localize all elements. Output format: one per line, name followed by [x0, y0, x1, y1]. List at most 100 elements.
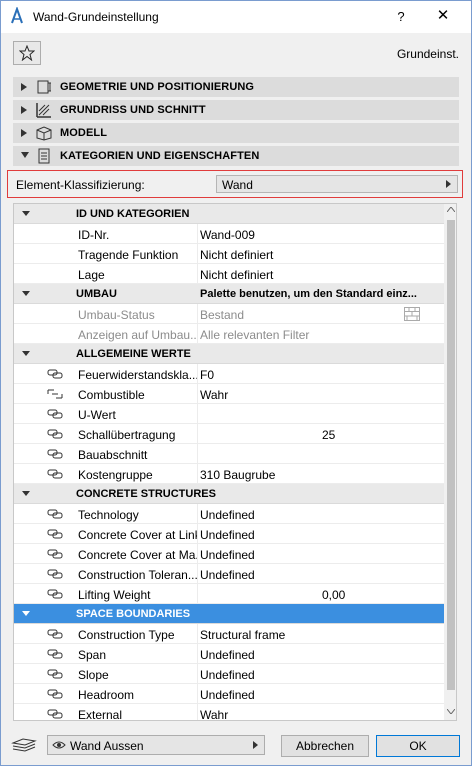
cancel-button[interactable]: Abbrechen: [281, 735, 369, 757]
divider: [197, 504, 198, 524]
property-name: Anzeigen auf Umbau...: [78, 328, 198, 342]
property-row[interactable]: Technology Undefined: [14, 504, 444, 524]
chevron-right-icon: [21, 129, 27, 137]
scrollbar-thumb[interactable]: [447, 220, 455, 690]
favorites-button[interactable]: [13, 41, 41, 65]
divider: [197, 584, 198, 604]
property-name: Construction Type: [78, 628, 175, 642]
section-kategorien[interactable]: KATEGORIEN UND EIGENSCHAFTEN: [13, 146, 459, 166]
ok-button[interactable]: OK: [376, 735, 460, 757]
divider: [197, 264, 198, 284]
property-row[interactable]: Lage Nicht definiert: [14, 264, 444, 284]
classification-row: Element-Klassifizierung: Wand: [7, 170, 463, 198]
eye-icon: [52, 741, 66, 749]
link-icon: [47, 429, 63, 439]
group-umbau[interactable]: UMBAU Palette benutzen, um den Standard …: [14, 284, 444, 304]
archicad-app-icon: [11, 7, 23, 24]
property-row[interactable]: Slope Undefined: [14, 664, 444, 684]
property-value: 0,00: [322, 588, 346, 602]
divider: [197, 524, 198, 544]
property-row[interactable]: Kostengruppe 310 Baugrube: [14, 464, 444, 484]
chevron-right-icon: [253, 741, 258, 749]
divider: [197, 644, 198, 664]
property-row[interactable]: Feuerwiderstandskla... F0: [14, 364, 444, 384]
link-icon: [47, 689, 63, 699]
link-icon: [47, 569, 63, 579]
close-button[interactable]: ✕: [433, 6, 453, 26]
link-icon: [47, 509, 63, 519]
view-select[interactable]: Wand Aussen: [47, 735, 265, 755]
property-row: Anzeigen auf Umbau... Alle relevanten Fi…: [14, 324, 444, 344]
property-name: Headroom: [78, 688, 135, 702]
property-name: Bauabschnitt: [78, 448, 148, 462]
property-value: Undefined: [200, 668, 255, 682]
property-row[interactable]: Span Undefined: [14, 644, 444, 664]
section-grundriss[interactable]: GRUNDRISS UND SCHNITT: [13, 100, 459, 120]
property-row[interactable]: Bauabschnitt: [14, 444, 444, 464]
property-row[interactable]: U-Wert: [14, 404, 444, 424]
property-name: Kostengruppe: [78, 468, 153, 482]
chevron-right-icon: [21, 83, 27, 91]
divider: [197, 544, 198, 564]
chevron-down-icon[interactable]: [447, 709, 455, 714]
chevron-up-icon[interactable]: [447, 207, 455, 212]
property-row[interactable]: Concrete Cover at Ma... Undefined: [14, 544, 444, 564]
layers-icon[interactable]: [11, 737, 37, 753]
view-select-value: Wand Aussen: [70, 739, 144, 753]
property-row[interactable]: Tragende Funktion Nicht definiert: [14, 244, 444, 264]
dialog-window: Wand-Grundeinstellung ? ✕ Grundeinst. GE…: [0, 0, 472, 766]
group-id-kategorien[interactable]: ID UND KATEGORIEN: [14, 204, 444, 224]
property-name: Concrete Cover at Links: [78, 528, 198, 542]
group-allgemeine-werte[interactable]: ALLGEMEINE WERTE: [14, 344, 444, 364]
divider: [197, 224, 198, 244]
geometry-icon: [37, 80, 51, 94]
chevron-right-icon: [446, 180, 451, 188]
chevron-down-icon: [22, 291, 30, 296]
property-row[interactable]: Combustible Wahr: [14, 384, 444, 404]
classification-select[interactable]: Wand: [216, 175, 458, 193]
section-label: GRUNDRISS UND SCHNITT: [60, 104, 206, 116]
property-value: Wahr: [200, 388, 229, 402]
link-icon: [47, 709, 63, 719]
chevron-down-icon: [21, 152, 29, 158]
property-value: Undefined: [200, 568, 255, 582]
vertical-scrollbar[interactable]: [444, 204, 456, 720]
property-value: Wahr: [200, 708, 229, 721]
divider: [197, 324, 198, 344]
property-value: Undefined: [200, 508, 255, 522]
property-name: Lifting Weight: [78, 588, 151, 602]
property-name: Concrete Cover at Ma...: [78, 548, 198, 562]
property-value: Bestand: [200, 308, 245, 322]
property-name: Construction Toleran...: [78, 568, 198, 582]
brick-wall-icon: [404, 307, 420, 321]
property-row[interactable]: Construction Toleran... Undefined: [14, 564, 444, 584]
section-modell[interactable]: MODELL: [13, 123, 459, 143]
property-row[interactable]: Concrete Cover at Links Undefined: [14, 524, 444, 544]
link-icon: [47, 669, 63, 679]
section-geometrie[interactable]: GEOMETRIE UND POSITIONIERUNG: [13, 77, 459, 97]
property-row[interactable]: External Wahr: [14, 704, 444, 721]
divider: [197, 384, 198, 404]
link-icon: [47, 549, 63, 559]
help-button[interactable]: ?: [391, 7, 411, 27]
property-value: Undefined: [200, 648, 255, 662]
property-name: Lage: [78, 268, 105, 282]
property-value: 310 Baugrube: [200, 468, 276, 482]
property-name: Umbau-Status: [78, 308, 155, 322]
chevron-down-icon: [22, 351, 30, 356]
property-row[interactable]: Headroom Undefined: [14, 684, 444, 704]
property-name: External: [78, 708, 123, 721]
divider: [197, 704, 198, 720]
preset-name: Grundeinst.: [396, 47, 459, 61]
group-space-boundaries[interactable]: SPACE BOUNDARIES: [14, 604, 444, 624]
property-row[interactable]: Construction Type Structural frame: [14, 624, 444, 644]
property-row[interactable]: ID-Nr. Wand-009: [14, 224, 444, 244]
property-row[interactable]: Schallübertragung 25: [14, 424, 444, 444]
window-title: Wand-Grundeinstellung: [33, 10, 159, 24]
property-name: Slope: [78, 668, 109, 682]
divider: [197, 424, 198, 444]
group-concrete-structures[interactable]: CONCRETE STRUCTURES: [14, 484, 444, 504]
property-value: Undefined: [200, 548, 255, 562]
document-list-icon: [38, 148, 50, 164]
property-row[interactable]: Lifting Weight 0,00: [14, 584, 444, 604]
